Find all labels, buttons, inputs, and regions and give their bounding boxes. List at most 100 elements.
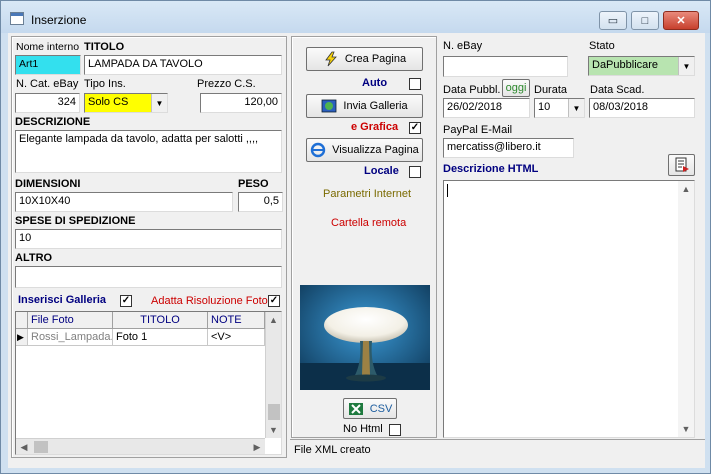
- crea-pagina-button[interactable]: Crea Pagina: [306, 47, 423, 71]
- row-marker-icon: ▶: [16, 329, 28, 345]
- scroll-down-icon[interactable]: ▼: [266, 422, 281, 438]
- oggi-button[interactable]: oggi: [502, 79, 530, 97]
- visualizza-pagina-label: Visualizza Pagina: [332, 144, 419, 156]
- adatta-risoluzione-checkbox[interactable]: ✓: [268, 295, 280, 307]
- status-bar: File XML creato: [290, 439, 705, 461]
- paypal-label: PayPal E-Mail: [443, 124, 513, 136]
- window-title: Inserzione: [31, 13, 87, 27]
- peso-field[interactable]: 0,5: [238, 192, 283, 212]
- visualizza-pagina-button[interactable]: Visualizza Pagina: [306, 138, 423, 162]
- invia-galleria-button[interactable]: Invia Galleria: [306, 94, 423, 118]
- hscroll-thumb[interactable]: [34, 441, 48, 453]
- e-grafica-checkbox[interactable]: ✓: [409, 122, 421, 134]
- nome-interno-label: Nome interno: [16, 41, 80, 53]
- inserisci-galleria-checkbox[interactable]: ✓: [120, 295, 132, 307]
- no-html-checkbox[interactable]: [389, 424, 401, 436]
- data-pubbl-field[interactable]: 26/02/2018: [443, 98, 530, 118]
- excel-icon: [348, 401, 364, 417]
- durata-select[interactable]: 10 ▼: [534, 98, 585, 118]
- data-pubbl-label: Data Pubbl.: [443, 84, 501, 96]
- dimensioni-label: DIMENSIONI: [15, 178, 81, 190]
- title-bar[interactable]: Inserzione ▭ □ ✕: [1, 1, 710, 33]
- data-scad-field[interactable]: 08/03/2018: [589, 98, 695, 118]
- tipo-ins-value: Solo CS: [88, 96, 129, 108]
- ie-icon: [310, 142, 326, 158]
- row-titolo[interactable]: Foto 1: [113, 329, 208, 345]
- no-html-label: No Html: [343, 423, 383, 435]
- n-ebay-label: N. eBay: [443, 40, 483, 52]
- globe-icon: [321, 98, 337, 114]
- maximize-button[interactable]: □: [631, 11, 659, 30]
- lamp-photo: [300, 285, 430, 390]
- scroll-thumb[interactable]: [268, 404, 280, 420]
- cartella-remota-link[interactable]: Cartella remota: [331, 217, 406, 229]
- descrizione-html-label: Descrizione HTML: [443, 163, 539, 175]
- export-html-button[interactable]: [668, 154, 695, 176]
- chevron-down-icon[interactable]: ▼: [568, 99, 584, 117]
- grid-col-titolo[interactable]: TITOLO: [113, 312, 208, 328]
- document-icon: [674, 157, 690, 173]
- n-ebay-field[interactable]: [443, 56, 568, 77]
- descrizione-html-textarea[interactable]: ▲ ▼: [443, 180, 695, 438]
- scroll-up-icon[interactable]: ▲: [678, 181, 694, 197]
- foto-grid: File Foto TITOLO NOTE ▶ Rossi_Lampada...…: [15, 311, 282, 455]
- stato-value: DaPubblicare: [592, 59, 659, 71]
- right-panel: N. eBay Stato DaPubblicare ▼ Data Pubbl.…: [441, 36, 703, 438]
- spese-field[interactable]: 10: [15, 229, 282, 249]
- data-scad-label: Data Scad.: [590, 84, 645, 96]
- chevron-down-icon[interactable]: ▼: [151, 94, 167, 112]
- titolo-label: TITOLO: [84, 41, 125, 53]
- locale-label: Locale: [364, 165, 399, 177]
- auto-label: Auto: [362, 77, 388, 89]
- prezzo-cs-field[interactable]: 120,00: [200, 93, 282, 113]
- durata-label: Durata: [534, 84, 568, 96]
- descrizione-field[interactable]: Elegante lampada da tavolo, adatta per s…: [15, 130, 282, 173]
- chevron-down-icon[interactable]: ▼: [678, 57, 694, 75]
- stato-label: Stato: [589, 40, 615, 52]
- parametri-internet-link[interactable]: Parametri Internet: [323, 188, 411, 200]
- locale-checkbox[interactable]: [409, 166, 421, 178]
- csv-label: CSV: [369, 402, 393, 415]
- middle-panel: Crea Pagina Auto Invia Galleria e Grafic…: [291, 36, 437, 438]
- client-area: Nome interno Art1 TITOLO LAMPADA DA TAVO…: [8, 33, 705, 468]
- nome-interno-field[interactable]: Art1: [15, 55, 81, 75]
- altro-label: ALTRO: [15, 252, 53, 264]
- altro-field[interactable]: [15, 266, 282, 288]
- paypal-field[interactable]: mercatiss@libero.it: [443, 138, 574, 158]
- crea-pagina-label: Crea Pagina: [344, 53, 407, 65]
- app-window: Inserzione ▭ □ ✕ Nome interno Art1 TITOL…: [0, 0, 711, 474]
- e-grafica-label: e Grafica: [351, 121, 399, 133]
- scroll-down-icon[interactable]: ▼: [678, 421, 694, 437]
- invia-galleria-label: Invia Galleria: [343, 100, 408, 112]
- scroll-left-icon[interactable]: ◀: [16, 439, 32, 454]
- auto-checkbox[interactable]: [409, 78, 421, 90]
- durata-value: 10: [538, 101, 551, 113]
- left-panel: Nome interno Art1 TITOLO LAMPADA DA TAVO…: [11, 36, 287, 458]
- status-text: File XML creato: [294, 444, 371, 456]
- lightning-icon: [323, 51, 339, 67]
- n-cat-ebay-label: N. Cat. eBay: [16, 78, 79, 90]
- adatta-risoluzione-label: Adatta Risoluzione Foto: [151, 295, 268, 307]
- titolo-field[interactable]: LAMPADA DA TAVOLO: [84, 55, 282, 75]
- table-row[interactable]: ▶ Rossi_Lampada... Foto 1 <V>: [16, 329, 265, 346]
- scroll-right-icon[interactable]: ▶: [249, 439, 265, 454]
- minimize-button[interactable]: ▭: [599, 11, 627, 30]
- inserisci-galleria-label: Inserisci Galleria: [18, 294, 107, 306]
- close-button[interactable]: ✕: [663, 11, 699, 30]
- grid-vertical-scrollbar[interactable]: ▲ ▼: [265, 312, 281, 438]
- scroll-up-icon[interactable]: ▲: [266, 312, 281, 328]
- app-icon: [10, 12, 24, 25]
- grid-horizontal-scrollbar[interactable]: ◀ ▶: [16, 438, 265, 454]
- spese-label: SPESE DI SPEDIZIONE: [15, 215, 136, 227]
- stato-select[interactable]: DaPubblicare ▼: [588, 56, 695, 76]
- grid-header: File Foto TITOLO NOTE: [16, 312, 265, 329]
- html-vertical-scrollbar[interactable]: ▲ ▼: [678, 181, 694, 437]
- dimensioni-field[interactable]: 10X10X40: [15, 192, 233, 212]
- row-note[interactable]: <V>: [208, 329, 265, 345]
- grid-col-file-foto[interactable]: File Foto: [28, 312, 113, 328]
- row-file-foto[interactable]: Rossi_Lampada...: [28, 329, 113, 345]
- tipo-ins-select[interactable]: Solo CS ▼: [84, 93, 168, 113]
- n-cat-ebay-field[interactable]: 324: [15, 93, 80, 113]
- csv-button[interactable]: CSV: [343, 398, 397, 419]
- grid-col-note[interactable]: NOTE: [208, 312, 265, 328]
